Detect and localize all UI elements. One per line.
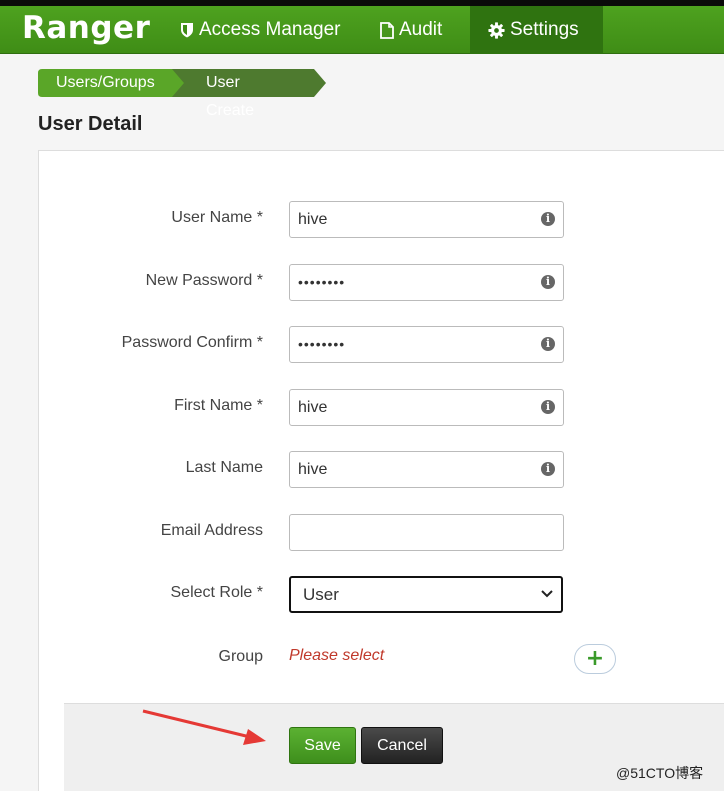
info-icon[interactable]: i xyxy=(541,337,555,351)
page-title: User Detail xyxy=(38,113,143,135)
breadcrumb-user-create-label: User Create xyxy=(206,74,255,119)
gear-icon xyxy=(488,21,505,39)
nav-settings-label: Settings xyxy=(510,19,579,40)
info-icon[interactable]: i xyxy=(541,400,555,414)
nav-settings[interactable]: Settings xyxy=(470,6,603,54)
email-label: Email Address xyxy=(160,522,263,539)
user-name-input[interactable]: hive i xyxy=(289,201,564,238)
user-name-value: hive xyxy=(298,211,328,228)
new-password-label: New Password * xyxy=(145,272,263,289)
group-select-placeholder[interactable]: Please select xyxy=(289,647,384,665)
select-role-label: Select Role * xyxy=(170,584,264,601)
chevron-down-icon xyxy=(541,590,553,598)
breadcrumb-users-groups-label[interactable]: Users/Groups xyxy=(56,69,155,97)
last-name-input[interactable]: hive i xyxy=(289,451,564,488)
group-label: Group xyxy=(218,648,263,665)
navbar: Ranger Access Manager Audit Settings xyxy=(0,6,724,54)
info-icon[interactable]: i xyxy=(541,462,555,476)
first-name-value: hive xyxy=(298,399,328,416)
info-icon[interactable]: i xyxy=(541,275,555,289)
role-select[interactable]: User xyxy=(289,576,563,613)
new-password-input[interactable]: •••••••• i xyxy=(289,264,564,301)
info-icon[interactable]: i xyxy=(541,212,555,226)
nav-audit-label: Audit xyxy=(399,19,443,40)
email-input[interactable] xyxy=(289,514,564,551)
shield-icon xyxy=(181,23,193,38)
password-confirm-value: •••••••• xyxy=(298,336,346,352)
nav-audit[interactable]: Audit xyxy=(380,6,442,54)
new-password-value: •••••••• xyxy=(298,274,346,290)
cancel-button[interactable]: Cancel xyxy=(361,727,443,764)
first-name-input[interactable]: hive i xyxy=(289,389,564,426)
first-name-label: First Name * xyxy=(174,397,263,414)
plus-icon: + xyxy=(585,646,605,671)
user-name-label: User Name * xyxy=(171,209,263,226)
add-group-button[interactable]: + xyxy=(574,644,616,674)
password-confirm-label: Password Confirm * xyxy=(121,334,263,351)
password-confirm-input[interactable]: •••••••• i xyxy=(289,326,564,363)
brand-logo[interactable]: Ranger xyxy=(22,10,150,46)
role-select-value: User xyxy=(303,585,339,604)
last-name-value: hive xyxy=(298,461,328,478)
save-button[interactable]: Save xyxy=(289,727,356,764)
last-name-label: Last Name xyxy=(185,459,263,476)
nav-access-manager-label: Access Manager xyxy=(199,19,341,40)
nav-access-manager[interactable]: Access Manager xyxy=(180,6,341,54)
watermark: @51CTO博客 xyxy=(616,765,704,781)
file-icon xyxy=(380,21,394,39)
annotation-arrow-icon xyxy=(142,709,266,745)
